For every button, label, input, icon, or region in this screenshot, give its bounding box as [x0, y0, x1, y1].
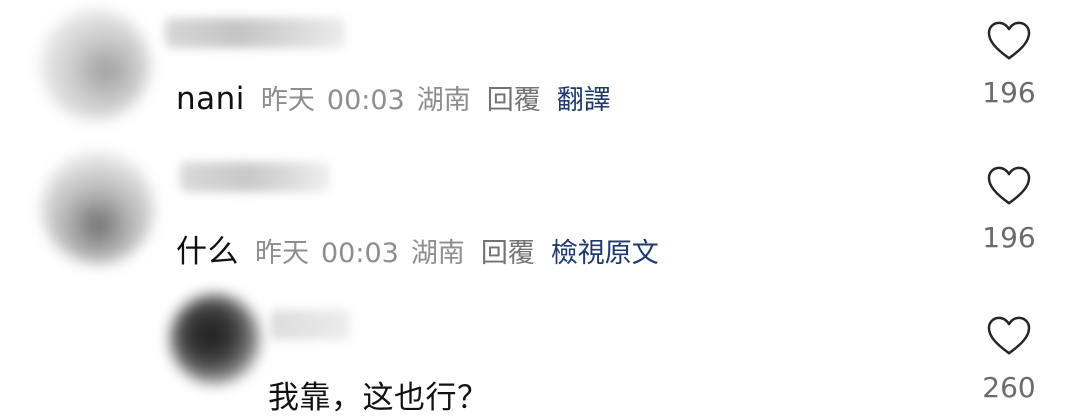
- comment-location: 湖南: [416, 85, 471, 116]
- like-count: 196: [982, 76, 1036, 109]
- comment-location: 湖南: [410, 238, 465, 269]
- translate-button[interactable]: 翻譯: [557, 78, 611, 117]
- comment-line: 什么 昨天 00:03 湖南 回覆 檢視原文: [176, 226, 659, 271]
- like-column: 196: [968, 165, 1050, 254]
- reply-button[interactable]: 回覆: [487, 78, 541, 117]
- comment-item: nani 昨天 00:03 湖南 回覆 翻譯 196: [0, 0, 1080, 140]
- comment-item: 我靠，这也行？ 260: [0, 280, 1080, 417]
- comment-text: 我靠，这也行？: [268, 380, 489, 416]
- avatar[interactable]: [40, 10, 150, 120]
- avatar[interactable]: [170, 294, 260, 384]
- avatar[interactable]: [42, 152, 154, 264]
- like-count: 196: [982, 221, 1036, 254]
- like-column: 260: [968, 315, 1050, 404]
- blurred-username[interactable]: [180, 162, 330, 192]
- comment-time: 00:03: [321, 238, 399, 269]
- like-count: 260: [982, 371, 1036, 404]
- comment-date: 昨天: [260, 85, 315, 116]
- blurred-username[interactable]: [165, 18, 345, 48]
- comment-item: 什么 昨天 00:03 湖南 回覆 檢視原文 196: [0, 140, 1080, 280]
- view-original-button[interactable]: 檢視原文: [551, 231, 659, 270]
- comment-line: 我靠，这也行？: [268, 372, 489, 417]
- comment-text: 什么: [176, 234, 239, 270]
- like-column: 196: [968, 20, 1050, 109]
- heart-icon[interactable]: [986, 20, 1032, 62]
- comment-date: 昨天: [255, 238, 309, 269]
- comment-line: nani 昨天 00:03 湖南 回覆 翻譯: [176, 78, 611, 117]
- comment-time: 00:03: [326, 85, 405, 116]
- heart-icon[interactable]: [986, 165, 1032, 207]
- blurred-username[interactable]: [270, 310, 350, 340]
- comment-text: nani: [176, 81, 245, 117]
- heart-icon[interactable]: [986, 315, 1032, 357]
- reply-button[interactable]: 回覆: [481, 231, 535, 270]
